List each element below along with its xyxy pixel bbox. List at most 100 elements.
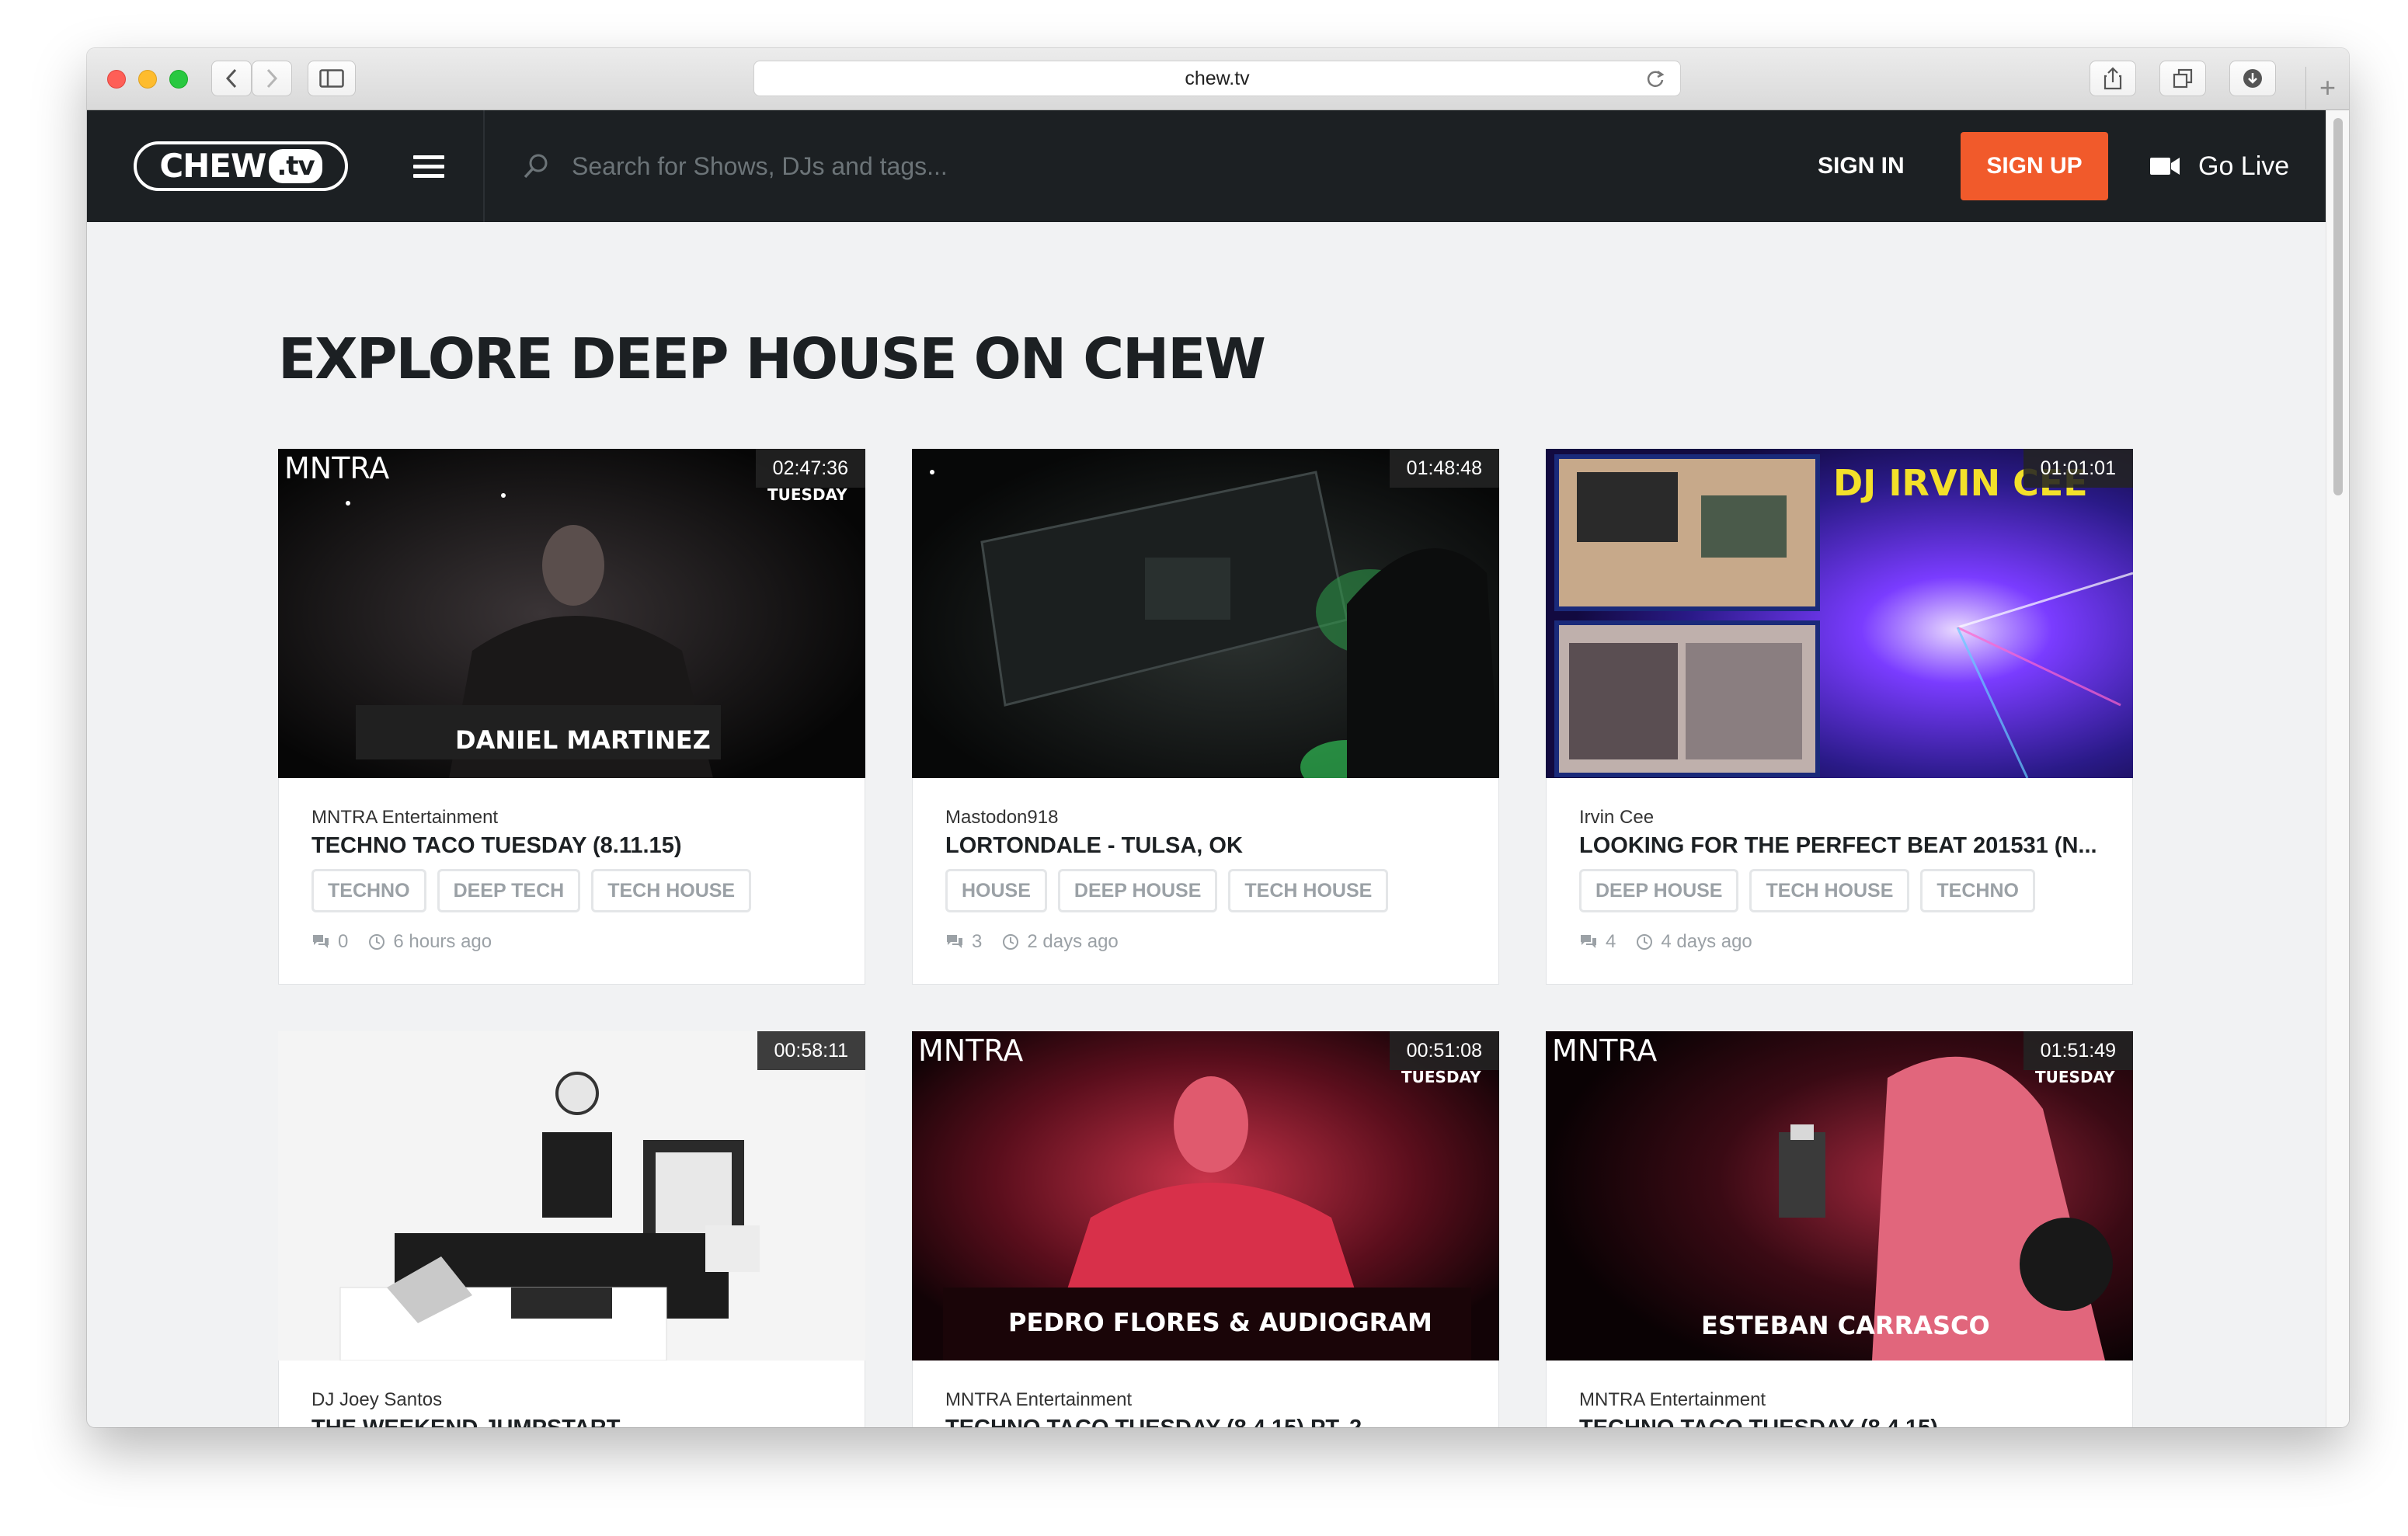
video-thumbnail[interactable]: DJ IRVIN CEE 01:01:01	[1546, 449, 2133, 778]
channel-name[interactable]: DJ Joey Santos	[311, 1389, 442, 1411]
downloads-button[interactable]	[2229, 61, 2276, 96]
page-title: EXPLORE DEEP HOUSE ON CHEW	[278, 326, 1266, 391]
menu-icon[interactable]	[413, 155, 444, 179]
video-thumbnail[interactable]: 00:58:11	[278, 1031, 865, 1361]
site-header: CHEW.tv SIGN IN SIGN UP Go Live	[87, 110, 2326, 222]
browser-window: chew.tv + CHEW.tv SIGN IN SIGN UP Go Liv…	[87, 48, 2349, 1427]
tabs-overview-button[interactable]	[2159, 61, 2206, 96]
logo-text: CHEW	[159, 147, 266, 185]
share-button[interactable]	[2090, 61, 2136, 96]
browser-toolbar: chew.tv +	[87, 48, 2349, 110]
tag-button[interactable]: TECH HOUSE	[1228, 869, 1389, 912]
tag-button[interactable]: DEEP TECH	[437, 869, 581, 912]
time-ago: 4 days ago	[1661, 931, 1752, 952]
tag-button[interactable]: DEEP HOUSE	[1057, 869, 1218, 912]
scrollbar-thumb[interactable]	[2333, 118, 2343, 495]
channel-name[interactable]: MNTRA Entertainment	[1579, 1389, 1766, 1411]
video-thumbnail[interactable]: MNTRA TUESDAY DANIEL MARTINEZ 02:47:36	[278, 449, 865, 778]
video-title[interactable]: TECHNO TACO TUESDAY (8.4.15)	[1579, 1416, 1938, 1427]
tag-button[interactable]: TECH HOUSE	[591, 869, 752, 912]
thumbnail-image	[912, 449, 1499, 778]
thumbnail-image: MNTRA TUESDAY PEDRO FLORES & AUDIOGRAM	[912, 1031, 1499, 1361]
video-title[interactable]: TECHNO TACO TUESDAY (8.11.15)	[311, 833, 681, 859]
overlay-brand: MNTRA	[284, 451, 389, 485]
video-card[interactable]: MNTRA TUESDAY PEDRO FLORES & AUDIOGRAM 0…	[912, 1031, 1499, 1427]
search-icon	[524, 154, 548, 179]
video-card[interactable]: MNTRA TUESDAY DANIEL MARTINEZ 02:47:36 M…	[278, 449, 865, 985]
video-thumbnail[interactable]: MNTRA TUESDAY PEDRO FLORES & AUDIOGRAM 0…	[912, 1031, 1499, 1361]
url-text: chew.tv	[1185, 68, 1250, 89]
tag-button[interactable]: TECH HOUSE	[1749, 869, 1910, 912]
video-card[interactable]: 00:58:11 DJ Joey Santos THE WEEKEND JUMP…	[278, 1031, 865, 1427]
chevron-right-icon	[266, 68, 278, 89]
clock-icon	[1003, 934, 1019, 950]
overlay-brand-sub: TUESDAY	[1401, 1068, 1481, 1086]
comment-count: 4	[1606, 931, 1616, 952]
video-title[interactable]: THE WEEKEND JUMPSTART	[311, 1416, 620, 1427]
go-live-label: Go Live	[2198, 151, 2290, 181]
duration-badge: 02:47:36	[755, 449, 865, 488]
video-meta: 4 4 days ago	[1579, 931, 1752, 953]
thumbnail-image	[278, 1031, 865, 1361]
close-window-button[interactable]	[107, 70, 126, 89]
chew-logo[interactable]: CHEW .tv	[134, 141, 348, 191]
video-meta: 0 6 hours ago	[311, 931, 492, 953]
back-button[interactable]	[211, 61, 252, 96]
duration-badge: 00:58:11	[757, 1031, 865, 1070]
comments-icon	[313, 935, 329, 948]
thumbnail-image: MNTRA TUESDAY DANIEL MARTINEZ	[278, 449, 865, 778]
comment-count: 3	[972, 931, 983, 952]
search-input[interactable]	[572, 144, 1193, 188]
tag-button[interactable]: TECHNO	[311, 869, 426, 912]
sidebar-toggle-button[interactable]	[308, 61, 356, 96]
video-thumbnail[interactable]: MNTRA TUESDAY ESTEBAN CARRASCO 01:51:49	[1546, 1031, 2133, 1361]
channel-name[interactable]: MNTRA Entertainment	[945, 1389, 1132, 1411]
tag-list: TECHNO DEEP TECH TECH HOUSE	[311, 869, 762, 912]
overlay-brand: MNTRA	[1552, 1034, 1657, 1068]
minimize-window-button[interactable]	[138, 70, 157, 89]
channel-name[interactable]: Irvin Cee	[1579, 807, 1654, 829]
chevron-left-icon	[225, 68, 237, 89]
overlay-name: PEDRO FLORES & AUDIOGRAM	[1008, 1308, 1432, 1337]
clock-icon	[1637, 934, 1653, 950]
video-title[interactable]: LOOKING FOR THE PERFECT BEAT 201531 (N..…	[1579, 833, 2097, 859]
video-camera-icon	[2150, 158, 2180, 175]
tag-list: HOUSE DEEP HOUSE TECH HOUSE	[945, 869, 1399, 912]
duration-badge: 01:48:48	[1389, 449, 1499, 488]
channel-name[interactable]: Mastodon918	[945, 807, 1058, 829]
new-tab-button[interactable]: +	[2305, 67, 2349, 110]
time-ago: 6 hours ago	[393, 931, 492, 952]
tag-button[interactable]: HOUSE	[945, 869, 1047, 912]
overlay-name: ESTEBAN CARRASCO	[1701, 1311, 1990, 1340]
time-ago: 2 days ago	[1027, 931, 1119, 952]
sign-up-button[interactable]: SIGN UP	[1961, 132, 2108, 200]
logo-suffix: .tv	[269, 149, 322, 183]
clock-icon	[369, 934, 385, 950]
overlay-brand-sub: TUESDAY	[767, 485, 847, 504]
zoom-window-button[interactable]	[169, 70, 188, 89]
video-card[interactable]: MNTRA TUESDAY ESTEBAN CARRASCO 01:51:49 …	[1546, 1031, 2133, 1427]
overlay-brand-sub: TUESDAY	[2035, 1068, 2115, 1086]
sidebar-icon	[319, 69, 344, 88]
main-content: EXPLORE DEEP HOUSE ON CHEW MNTRA TUESDAY…	[87, 222, 2326, 1427]
thumbnail-image: MNTRA TUESDAY ESTEBAN CARRASCO	[1546, 1031, 2133, 1361]
video-title[interactable]: TECHNO TACO TUESDAY (8.4.15) PT. 2	[945, 1416, 1362, 1427]
comment-count: 0	[338, 931, 349, 952]
sign-in-link[interactable]: SIGN IN	[1818, 149, 1905, 183]
overlay-name: DANIEL MARTINEZ	[455, 725, 711, 755]
overlay-brand: MNTRA	[918, 1034, 1023, 1068]
share-icon	[2104, 67, 2122, 90]
header-divider	[483, 110, 485, 222]
tag-button[interactable]: TECHNO	[1920, 869, 2035, 912]
comments-icon	[947, 935, 962, 948]
video-thumbnail[interactable]: 01:48:48	[912, 449, 1499, 778]
video-card[interactable]: 01:48:48 Mastodon918 LORTONDALE - TULSA,…	[912, 449, 1499, 985]
address-bar[interactable]: chew.tv	[753, 61, 1681, 96]
forward-button[interactable]	[252, 61, 292, 96]
tag-button[interactable]: DEEP HOUSE	[1579, 869, 1739, 912]
tag-list: DEEP HOUSE TECH HOUSE TECHNO	[1579, 869, 2046, 912]
channel-name[interactable]: MNTRA Entertainment	[311, 807, 498, 829]
video-card[interactable]: DJ IRVIN CEE 01:01:01 Irvin Cee LOOKING …	[1546, 449, 2133, 985]
reload-icon[interactable]	[1644, 68, 1666, 90]
video-title[interactable]: LORTONDALE - TULSA, OK	[945, 833, 1243, 859]
